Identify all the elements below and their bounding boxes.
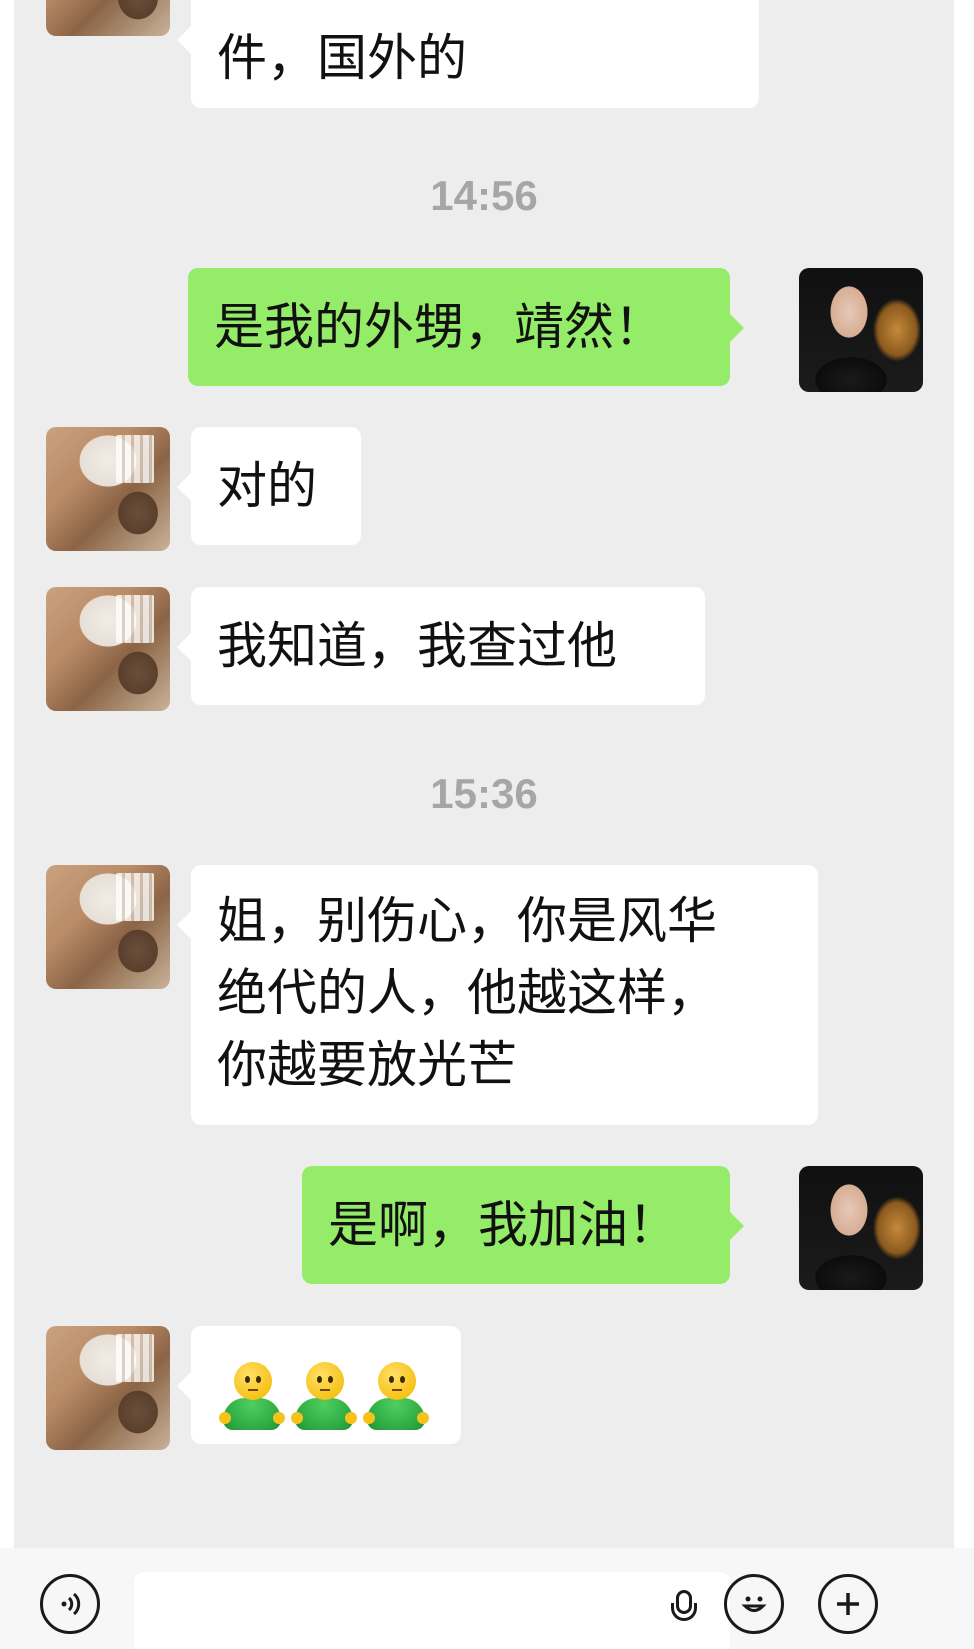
timestamp: 14:56 [430,172,538,219]
my-avatar[interactable] [799,268,923,392]
plus-icon[interactable] [818,1574,878,1634]
message-bubble-incoming[interactable]: 姐，别伤心，你是风华 绝代的人，他越这样， 你越要放光芒 [177,865,818,1125]
input-bar [0,1548,974,1649]
smile-icon-glyph [741,1596,767,1612]
chat-area[interactable]: 件，国外的 14:56 是我的外甥，靖然！ 对的 我知道，我查过他 15:36 … [14,0,954,1548]
message-text: 姐，别伤心，你是风华 绝代的人，他越这样， 你越要放光芒 [217,892,717,1094]
friend-avatar[interactable] [46,587,170,711]
message-text: 是啊，我加油！ [328,1196,678,1254]
smile-icon[interactable] [724,1574,784,1634]
plus-icon-glyph [837,1593,859,1615]
message-bubble-incoming[interactable] [177,1326,461,1444]
message-input[interactable] [134,1572,730,1649]
voice-icon[interactable] [40,1574,100,1634]
green-figure-emoji [363,1362,429,1432]
message-text: 我知道，我查过他 [217,617,617,675]
friend-avatar[interactable] [46,427,170,551]
message-bubble-incoming[interactable]: 对的 [177,427,361,545]
message-bubble-incoming[interactable]: 我知道，我查过他 [177,587,705,705]
message-bubble-incoming[interactable]: 件，国外的 [177,0,759,108]
friend-avatar[interactable] [46,865,170,989]
emoji-row [219,1350,441,1444]
message-text: 对的 [217,457,317,515]
timestamp: 15:36 [430,770,538,817]
green-figure-emoji [219,1362,285,1432]
message-bubble-outgoing[interactable]: 是我的外甥，靖然！ [188,268,744,386]
friend-avatar[interactable] [46,1326,170,1450]
message-bubble-outgoing[interactable]: 是啊，我加油！ [302,1166,744,1284]
my-avatar[interactable] [799,1166,923,1290]
green-figure-emoji [291,1362,357,1432]
message-text: 是我的外甥，靖然！ [214,298,664,356]
friend-avatar[interactable] [46,0,170,36]
mic-icon[interactable] [671,1590,697,1621]
message-text: 件，国外的 [217,29,467,87]
voice-icon-glyph [61,1592,81,1616]
